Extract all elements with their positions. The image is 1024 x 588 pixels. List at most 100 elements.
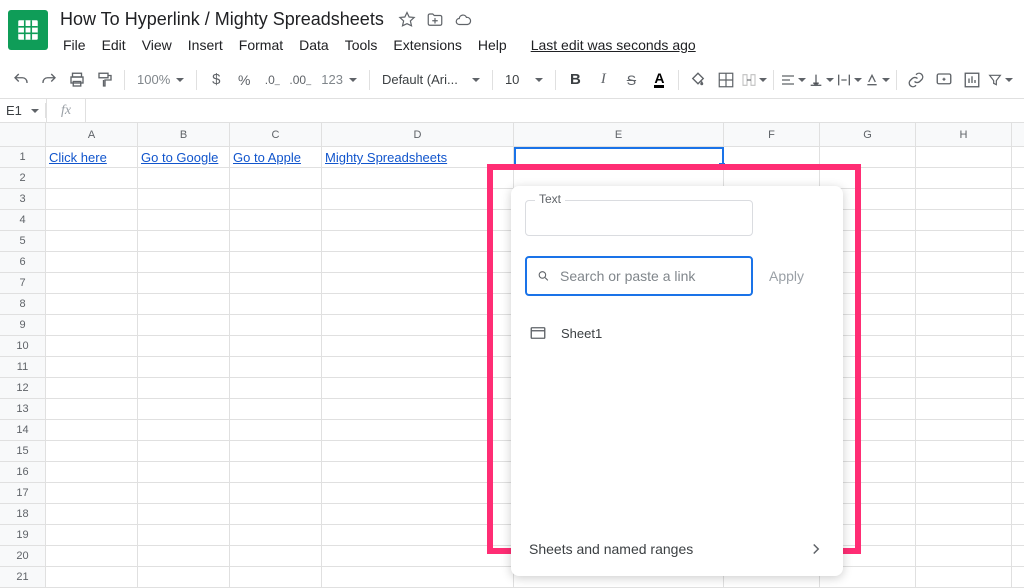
cell[interactable] [138,189,230,209]
cell[interactable] [230,315,322,335]
cell[interactable] [230,462,322,482]
comment-icon[interactable] [931,67,957,93]
cell[interactable] [916,147,1012,167]
cell[interactable] [46,189,138,209]
link-icon[interactable] [903,67,929,93]
cell[interactable] [230,399,322,419]
cell[interactable] [138,525,230,545]
cell[interactable] [916,399,1012,419]
cell[interactable] [138,210,230,230]
cell[interactable] [46,462,138,482]
cell[interactable] [916,441,1012,461]
row-header[interactable]: 2 [0,168,46,188]
link-search-input[interactable] [525,256,753,296]
menu-extensions[interactable]: Extensions [386,33,468,57]
cell[interactable] [138,462,230,482]
undo-icon[interactable] [8,67,34,93]
row-header[interactable]: 4 [0,210,46,230]
cell[interactable] [230,168,322,188]
row-header[interactable]: 12 [0,378,46,398]
menu-tools[interactable]: Tools [338,33,385,57]
row-header[interactable]: 15 [0,441,46,461]
cell[interactable] [46,483,138,503]
cell[interactable] [322,231,514,251]
cell[interactable] [46,294,138,314]
name-box[interactable]: E1 [0,103,46,118]
cell[interactable] [46,378,138,398]
cell[interactable] [230,483,322,503]
cell[interactable] [46,567,138,587]
cell[interactable] [46,231,138,251]
cell[interactable] [138,504,230,524]
menu-help[interactable]: Help [471,33,514,57]
font-size-dropdown[interactable]: 10 [499,72,549,87]
menu-view[interactable]: View [135,33,179,57]
menu-edit[interactable]: Edit [95,33,133,57]
cell[interactable] [138,252,230,272]
bold-icon[interactable]: B [562,67,588,93]
cell[interactable] [138,273,230,293]
text-color-icon[interactable]: A [646,67,672,93]
cell[interactable] [46,399,138,419]
cell[interactable] [514,147,724,167]
italic-icon[interactable]: I [590,67,616,93]
cell[interactable] [230,567,322,587]
cell[interactable] [138,483,230,503]
cell[interactable] [46,210,138,230]
increase-decimal-icon[interactable]: .00_ [287,67,313,93]
row-header[interactable]: 1 [0,147,46,167]
cell[interactable] [230,504,322,524]
row-header[interactable]: 17 [0,483,46,503]
cell[interactable] [916,231,1012,251]
cell[interactable] [322,378,514,398]
cell[interactable] [916,546,1012,566]
cell[interactable]: Click here [46,147,138,167]
col-header[interactable]: E [514,123,724,146]
cell[interactable] [46,273,138,293]
row-header[interactable]: 8 [0,294,46,314]
rotate-icon[interactable] [864,67,890,93]
cell[interactable] [230,420,322,440]
v-align-icon[interactable] [808,67,834,93]
cell[interactable] [138,420,230,440]
cell[interactable] [916,462,1012,482]
sheets-named-ranges-button[interactable]: Sheets and named ranges [525,530,829,562]
apply-button[interactable]: Apply [769,268,804,284]
cell[interactable] [322,210,514,230]
cell[interactable] [916,483,1012,503]
cell[interactable] [322,399,514,419]
cell[interactable] [322,294,514,314]
cell[interactable] [916,315,1012,335]
cell[interactable] [724,147,820,167]
move-icon[interactable] [426,11,444,29]
cloud-icon[interactable] [454,11,472,29]
row-header[interactable]: 14 [0,420,46,440]
col-header[interactable]: A [46,123,138,146]
cell[interactable] [46,504,138,524]
cell[interactable] [322,483,514,503]
sheets-logo[interactable] [8,10,48,50]
cell[interactable]: Go to Apple [230,147,322,167]
col-header[interactable]: C [230,123,322,146]
cell[interactable] [322,189,514,209]
cell[interactable] [46,441,138,461]
redo-icon[interactable] [36,67,62,93]
cell[interactable] [138,378,230,398]
select-all-corner[interactable] [0,123,46,146]
cell[interactable] [322,315,514,335]
fill-color-icon[interactable] [685,67,711,93]
menu-data[interactable]: Data [292,33,336,57]
cell[interactable] [916,525,1012,545]
cell[interactable] [916,168,1012,188]
cell[interactable]: Go to Google [138,147,230,167]
star-icon[interactable] [398,11,416,29]
cell[interactable] [916,273,1012,293]
cell[interactable] [46,525,138,545]
cell[interactable] [322,525,514,545]
cell[interactable] [138,399,230,419]
doc-title[interactable]: How To Hyperlink / Mighty Spreadsheets [56,8,388,31]
cell[interactable] [138,567,230,587]
cell[interactable] [138,168,230,188]
cell[interactable] [916,294,1012,314]
cell[interactable] [138,231,230,251]
